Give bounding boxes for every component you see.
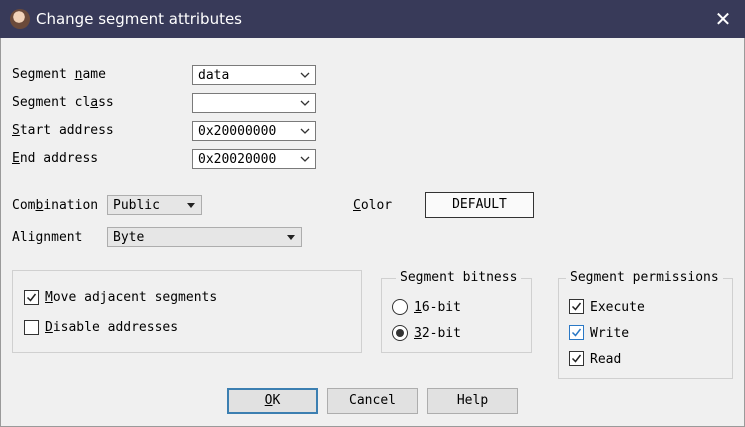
segment-name-value: data (198, 68, 230, 83)
combination-value: Public (113, 198, 160, 213)
chevron-down-icon (300, 156, 310, 162)
options-group (12, 270, 362, 353)
disable-addresses-checkbox[interactable] (24, 320, 39, 335)
app-avatar-icon (10, 9, 30, 29)
disable-addresses-label[interactable]: Disable addresses (45, 320, 178, 335)
permissions-group: Segment permissions (558, 270, 733, 379)
chevron-down-icon (300, 72, 310, 78)
bitness-16-label[interactable]: 16-bit (414, 300, 461, 315)
bitness-group-title: Segment bitness (396, 270, 522, 285)
alignment-label: Alignment (12, 230, 83, 245)
start-address-value: 0x20000000 (198, 124, 277, 139)
move-adjacent-checkbox[interactable] (24, 290, 39, 305)
title-bar: Change segment attributes ✕ (0, 0, 745, 38)
bitness-group: Segment bitness (381, 270, 532, 353)
help-button[interactable]: Help (427, 388, 518, 414)
end-address-label: End address (12, 151, 99, 166)
start-address-label: Start address (12, 123, 114, 138)
write-checkbox[interactable] (569, 325, 584, 340)
dropdown-arrow-icon (287, 235, 295, 240)
bitness-16-radio[interactable] (392, 299, 408, 315)
chevron-down-icon (300, 100, 310, 106)
checkmark-icon (26, 293, 37, 302)
combination-combo[interactable]: Public (107, 195, 202, 215)
segment-name-label: Segment name (12, 67, 106, 82)
alignment-value: Byte (113, 230, 145, 245)
end-address-value: 0x20020000 (198, 152, 277, 167)
bitness-32-radio[interactable] (392, 325, 408, 341)
color-button[interactable]: DEFAULT (425, 192, 534, 218)
end-address-combo[interactable]: 0x20020000 (192, 149, 316, 169)
chevron-down-icon (300, 128, 310, 134)
cancel-button[interactable]: Cancel (327, 388, 418, 414)
window-title: Change segment attributes (36, 10, 243, 28)
segment-class-combo[interactable] (192, 93, 316, 113)
move-adjacent-label[interactable]: Move adjacent segments (45, 290, 217, 305)
alignment-combo[interactable]: Byte (107, 227, 302, 247)
bitness-32-label[interactable]: 32-bit (414, 326, 461, 341)
write-label[interactable]: Write (590, 326, 629, 341)
checkmark-icon (571, 354, 582, 363)
checkmark-icon (571, 302, 582, 311)
read-checkbox[interactable] (569, 351, 584, 366)
dropdown-arrow-icon (187, 203, 195, 208)
start-address-combo[interactable]: 0x20000000 (192, 121, 316, 141)
combination-label: Combination (12, 198, 99, 213)
ok-button[interactable]: OK (227, 388, 318, 414)
execute-label[interactable]: Execute (590, 300, 645, 315)
permissions-group-title: Segment permissions (566, 270, 723, 285)
segment-name-combo[interactable]: data (192, 65, 316, 85)
checkmark-icon (571, 328, 582, 337)
segment-class-label: Segment class (12, 95, 114, 110)
execute-checkbox[interactable] (569, 299, 584, 314)
close-button[interactable]: ✕ (707, 4, 739, 34)
radio-selected-dot (396, 329, 404, 337)
color-label: Color (353, 198, 393, 213)
read-label[interactable]: Read (590, 352, 621, 367)
